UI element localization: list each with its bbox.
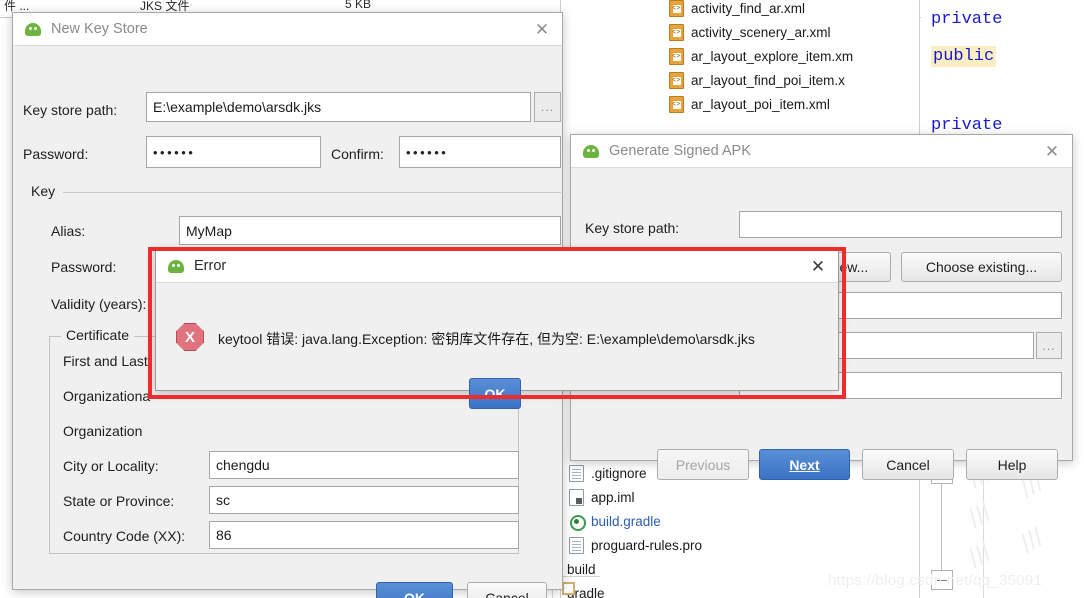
text-file-icon [569,537,584,554]
dialog-title: Error [194,258,226,274]
country-code-label: Country Code (XX): [63,528,185,544]
dialog-titlebar: Generate Signed APK ✕ [571,135,1072,168]
file-label: .gitignore [591,466,647,481]
list-item[interactable]: ar_layout_poi_item.xml [669,92,830,116]
organization-label: Organization [63,423,142,439]
cancel-button[interactable]: Cancel [467,582,547,598]
validity-label: Validity (years): [51,296,146,312]
city-label: City or Locality: [63,458,159,474]
previous-button[interactable]: Previous [657,449,749,480]
screen-root: 件 ... JKS 文件 5 KB activity_find_ar.xml a… [0,0,1084,598]
list-item[interactable]: activity_scenery_ar.xml [669,20,831,44]
watermark-diagonal: /// [963,537,997,575]
code-keyword-private-2: private [931,116,1002,135]
list-item[interactable]: ar_layout_find_poi_item.x [669,68,845,92]
error-badge-icon: X [176,323,204,351]
file-label: app.iml [591,490,635,505]
file-label: ar_layout_explore_item.xm [691,49,853,64]
help-button[interactable]: Help [966,449,1058,480]
list-item[interactable]: app.iml [569,485,635,509]
key-store-path-input[interactable]: E:\example\demo\arsdk.jks [146,92,531,122]
list-item[interactable]: proguard-rules.pro [569,533,702,557]
file-label: build [567,562,596,577]
choose-existing-label: Choose existing... [926,259,1037,275]
apk-key-store-path-input[interactable] [739,211,1062,238]
state-input[interactable]: sc [209,486,519,514]
dialog-titlebar: Error ✕ [156,250,838,283]
country-code-input[interactable]: 86 [209,521,519,549]
close-icon[interactable]: ✕ [808,257,828,277]
code-keyword-private: private [931,10,1002,29]
list-item[interactable]: ar_layout_explore_item.xm [669,44,853,68]
watermark-diagonal: /// [1015,522,1049,560]
file-label: activity_scenery_ar.xml [691,25,831,40]
certificate-group-title: Certificate [61,327,134,343]
key-section-title: Key [25,183,61,199]
city-input[interactable]: chengdu [209,451,519,479]
xml-file-icon [669,96,684,113]
key-section-divider [63,192,561,193]
dialog-title: New Key Store [51,21,148,37]
key-path-browse-button[interactable]: ... [1036,332,1062,359]
list-item[interactable]: activity_find_ar.xml [669,0,805,20]
close-icon[interactable]: ✕ [532,20,552,40]
alias-input[interactable]: MyMap [179,216,561,245]
xml-file-icon [669,72,684,89]
list-item[interactable]: .gitignore [569,461,647,485]
code-keyword-public: public [931,46,996,67]
file-label: ar_layout_poi_item.xml [691,97,830,112]
error-message: keytool 错误: java.lang.Exception: 密钥库文件存在… [218,329,828,349]
site-watermark: https://blog.csdn.net/qq_35091 [828,572,1042,589]
store-password-input[interactable]: •••••• [146,136,321,168]
choose-existing-button[interactable]: Choose existing... [901,252,1062,282]
android-icon [168,258,184,274]
code-fold-stem [941,484,942,570]
dialog-titlebar: New Key Store ✕ [13,13,562,46]
folder-square-icon[interactable] [562,582,575,595]
organizational-unit-label: Organizationa [63,388,150,404]
store-confirm-input[interactable]: •••••• [399,136,561,168]
apk-key-store-path-label: Key store path: [585,220,679,236]
watermark-diagonal: /// [963,497,997,535]
android-icon [25,21,41,37]
first-last-name-label: First and Last [63,353,148,369]
dialog-title: Generate Signed APK [609,143,751,159]
explorer-col-size: 5 KB [345,0,371,11]
list-item[interactable]: build.gradle [569,509,661,533]
store-password-label: Password: [23,146,88,162]
key-password-label: Password: [51,259,116,275]
xml-file-icon [669,0,684,17]
store-confirm-label: Confirm: [331,146,384,162]
list-item[interactable]: build [567,557,596,581]
text-file-icon [569,465,584,482]
xml-file-icon [669,48,684,65]
android-icon [583,143,599,159]
ok-button[interactable]: OK [376,582,453,598]
apk-cancel-button[interactable]: Cancel [862,449,954,480]
next-button[interactable]: Next [759,449,850,480]
next-label: Next [789,457,819,473]
file-label: activity_find_ar.xml [691,1,805,16]
file-label: build.gradle [591,514,661,529]
file-label: ar_layout_find_poi_item.x [691,73,845,88]
error-dialog: Error ✕ X keytool 错误: java.lang.Exceptio… [155,249,839,391]
file-label: proguard-rules.pro [591,538,702,553]
xml-file-icon [669,24,684,41]
error-ok-button[interactable]: OK [469,378,521,409]
state-label: State or Province: [63,493,174,509]
module-file-icon [569,489,584,506]
alias-label: Alias: [51,223,85,239]
gradle-file-icon [569,513,584,530]
key-store-path-browse-button[interactable]: ... [534,92,561,122]
key-store-path-label: Key store path: [23,102,117,118]
close-icon[interactable]: ✕ [1042,142,1062,162]
